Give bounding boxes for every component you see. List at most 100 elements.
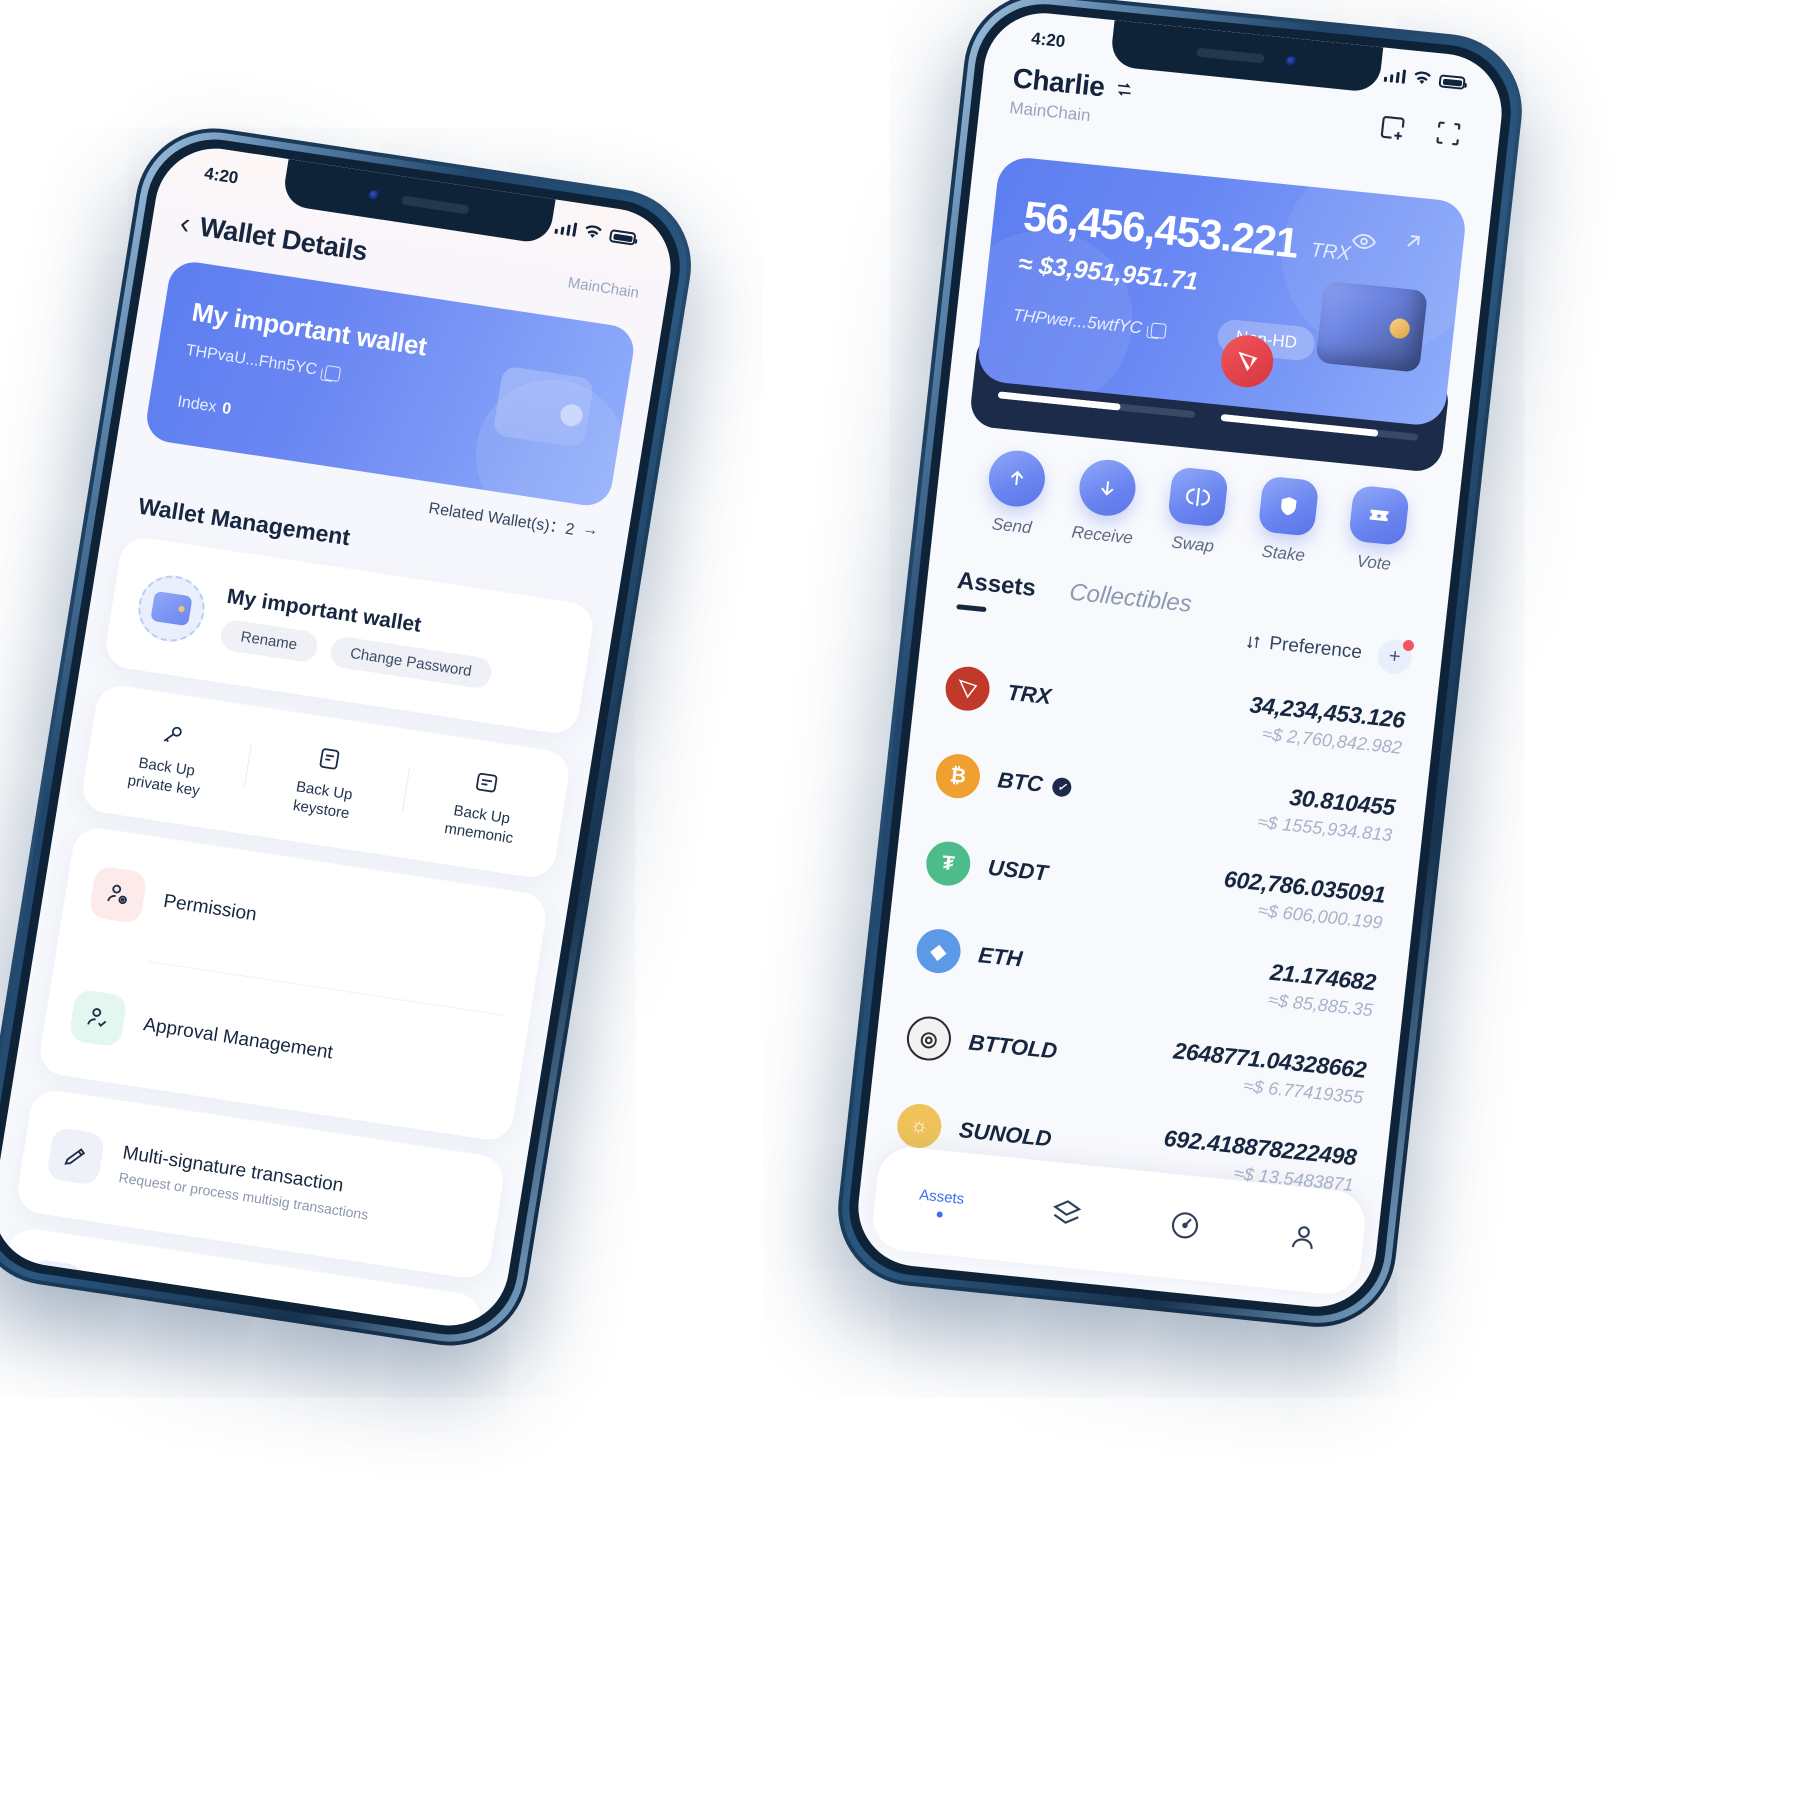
tab-assets[interactable]: Assets xyxy=(956,567,1037,603)
arrow-up-right-icon[interactable] xyxy=(1399,228,1426,261)
page-title: Wallet Details xyxy=(197,211,370,267)
multisig-icon xyxy=(45,1126,106,1186)
bottom-nav-explore[interactable] xyxy=(1167,1207,1203,1247)
wifi-icon xyxy=(585,225,602,238)
tab-collectibles[interactable]: Collectibles xyxy=(1068,579,1193,619)
phone-right-wallet-home: 4:20 Charlie MainChain 56,456,453.221 TR… xyxy=(830,0,1530,1335)
wallet-index-value: 0 xyxy=(220,400,233,419)
swap-icon xyxy=(1167,466,1229,528)
status-time: 4:20 xyxy=(202,163,240,188)
verified-icon: ✓ xyxy=(1051,776,1073,798)
profile-icon xyxy=(1292,1225,1313,1249)
asset-balance: 34,234,453.126 ≈$ 2,760,842.982 xyxy=(1246,691,1406,758)
usdt-coin-icon: ₮ xyxy=(923,839,973,888)
explore-icon xyxy=(1172,1211,1199,1238)
status-icons xyxy=(1383,68,1466,90)
wallet-identity-text: My important wallet Rename Change Passwo… xyxy=(218,584,500,690)
balance-unit: TRX xyxy=(1309,239,1352,266)
action-receive[interactable]: Receive xyxy=(1057,456,1154,550)
backup-keystore-button[interactable]: Back Up keystore xyxy=(241,732,411,831)
asset-list[interactable]: TRX 34,234,453.126 ≈$ 2,760,842.982 ₿ BT… xyxy=(864,640,1438,1201)
right-screen: 4:20 Charlie MainChain 56,456,453.221 TR… xyxy=(852,7,1508,1313)
earpiece-speaker xyxy=(1195,47,1265,63)
action-swap-label: Swap xyxy=(1170,532,1215,556)
preference-row: Preference + xyxy=(1244,625,1414,676)
wallet-3d-illustration xyxy=(1315,280,1428,373)
status-icons xyxy=(553,220,637,246)
bttold-coin-icon: ◎ xyxy=(904,1014,954,1063)
btc-coin-icon: ₿ xyxy=(933,752,983,801)
ticket-icon xyxy=(1348,484,1411,547)
phone-left-wallet-details: 4:20 ‹ Wallet Details MainChain My impor… xyxy=(0,117,703,1357)
scan-qr-icon[interactable] xyxy=(1432,117,1465,150)
asset-symbol: ETH xyxy=(977,942,1024,972)
backup-private-key-button[interactable]: Back Up private key xyxy=(83,708,253,807)
asset-balance: 2648771.04328662 ≈$ 6.77419355 xyxy=(1169,1037,1367,1108)
asset-symbol: BTTOLD xyxy=(967,1029,1059,1064)
copy-icon[interactable] xyxy=(324,364,342,382)
front-camera-icon xyxy=(367,188,381,202)
action-send[interactable]: Send xyxy=(967,446,1064,540)
action-stake[interactable]: Stake xyxy=(1238,474,1335,568)
action-send-label: Send xyxy=(990,514,1033,538)
header-actions xyxy=(1376,111,1465,150)
asset-symbol: USDT xyxy=(986,854,1050,886)
bottom-nav-assets-label: Assets xyxy=(918,1185,966,1208)
asset-balance: 21.174682 ≈$ 85,885.35 xyxy=(1266,959,1377,1021)
left-screen: 4:20 ‹ Wallet Details MainChain My impor… xyxy=(0,140,680,1334)
chevron-left-icon[interactable]: ‹ xyxy=(178,207,193,241)
permission-icon xyxy=(88,864,148,924)
action-stake-label: Stake xyxy=(1260,541,1306,566)
multisig-text: Multi-signature transaction Request or p… xyxy=(118,1142,374,1222)
arrow-down-icon xyxy=(1076,457,1139,519)
preference-button[interactable]: Preference xyxy=(1244,631,1363,665)
battery-icon xyxy=(608,229,637,246)
active-indicator xyxy=(936,1210,944,1218)
signal-icon xyxy=(1383,68,1407,84)
backup-mnemonic-button[interactable]: Back Up mnemonic xyxy=(398,756,568,855)
arrow-up-icon xyxy=(985,447,1048,510)
status-time: 4:20 xyxy=(1030,28,1067,52)
switch-account-icon[interactable] xyxy=(1113,79,1135,101)
sunold-coin-icon: ☼ xyxy=(894,1101,944,1151)
battery-icon xyxy=(1438,74,1466,90)
arrow-right-icon: → xyxy=(581,520,600,540)
chain-label: MainChain xyxy=(566,273,641,302)
add-wallet-icon[interactable] xyxy=(1376,111,1409,144)
layers-icon xyxy=(1052,1199,1082,1224)
bottom-nav-profile[interactable] xyxy=(1286,1219,1322,1259)
action-receive-label: Receive xyxy=(1070,522,1134,548)
earpiece-speaker xyxy=(400,194,470,214)
wifi-icon xyxy=(1414,71,1431,85)
asset-symbol: TRX xyxy=(1006,679,1053,710)
sort-icon xyxy=(1247,636,1260,649)
copy-icon[interactable] xyxy=(1150,321,1167,339)
front-camera-icon xyxy=(1285,55,1298,68)
asset-balance: 30.810455 ≈$ 1555,934.813 xyxy=(1257,781,1397,846)
wallet-address: THPvaU...Fhn5YC xyxy=(184,341,319,379)
wallet-card-address-row[interactable]: THPvaU...Fhn5YC xyxy=(184,342,342,383)
bottom-nav-assets[interactable]: Assets xyxy=(917,1186,965,1219)
asset-balance: 602,786.035091 ≈$ 606,000.199 xyxy=(1220,866,1387,934)
balance-card[interactable]: 56,456,453.221 TRX ≈ $3,951,951.71 THPwe… xyxy=(975,155,1468,428)
add-token-icon[interactable]: + xyxy=(1375,638,1414,676)
approval-label: Approval Management xyxy=(142,1013,335,1064)
action-swap[interactable]: Swap xyxy=(1148,465,1245,559)
account-header[interactable]: Charlie MainChain xyxy=(1008,62,1136,130)
permissions-card: Permission Approval Management xyxy=(36,824,550,1144)
account-name: Charlie xyxy=(1011,62,1107,103)
rename-button[interactable]: Rename xyxy=(218,617,320,664)
action-vote[interactable]: Vote xyxy=(1329,483,1426,577)
tron-icon xyxy=(1238,351,1258,372)
eth-coin-icon: ◆ xyxy=(914,926,963,976)
content-tabs: Assets Collectibles xyxy=(956,567,1193,619)
preference-label: Preference xyxy=(1268,633,1364,664)
related-wallets-label: Related Wallet(s)：2 xyxy=(427,500,576,539)
asset-symbol: SUNOLD xyxy=(957,1117,1053,1152)
approval-icon xyxy=(68,988,128,1048)
wallet-index-label: Index xyxy=(176,393,218,416)
bottom-nav-layers[interactable] xyxy=(1048,1195,1084,1235)
eye-icon[interactable] xyxy=(1349,227,1378,260)
action-vote-label: Vote xyxy=(1355,551,1392,574)
wallet-index: Index 0 xyxy=(176,393,232,419)
